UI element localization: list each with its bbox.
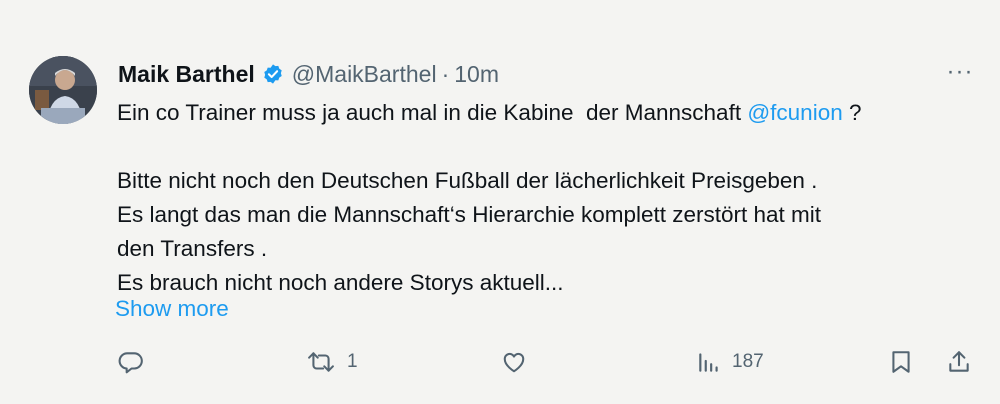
tweet[interactable]: Maik Barthel @MaikBarthel · 10m ··· Ein …: [0, 0, 1000, 404]
tweet-line: Ein co Trainer muss ja auch mal in die K…: [117, 96, 977, 130]
views-icon: [696, 349, 722, 375]
tweet-line: den Transfers .: [117, 236, 268, 261]
share-button[interactable]: [946, 340, 972, 384]
tweet-line: Es langt das man die Mannschaft‘s Hierar…: [117, 202, 822, 227]
tweet-line: Bitte nicht noch den Deutschen Fußball d…: [117, 168, 818, 193]
mention-link[interactable]: @fcunion: [747, 100, 842, 125]
tweet-header: Maik Barthel @MaikBarthel · 10m: [118, 58, 499, 90]
like-icon: [501, 349, 527, 375]
show-more-link[interactable]: Show more: [115, 292, 229, 326]
tweet-line-text: ?: [842, 100, 862, 125]
bookmark-button[interactable]: [888, 340, 914, 384]
tweet-text: Ein co Trainer muss ja auch mal in die K…: [117, 96, 977, 300]
views-count: 187: [732, 351, 764, 372]
reply-icon: [118, 349, 144, 375]
retweet-icon: [305, 349, 337, 375]
avatar[interactable]: [29, 56, 97, 124]
tweet-line-text: Ein co Trainer muss ja auch mal in die K…: [117, 100, 748, 125]
retweet-count: 1: [347, 351, 358, 372]
share-icon: [946, 349, 972, 375]
reply-button[interactable]: [118, 340, 144, 384]
retweet-button[interactable]: 1: [305, 340, 358, 384]
author-name[interactable]: Maik Barthel: [118, 61, 255, 88]
paragraph-break: [117, 130, 977, 164]
bookmark-icon: [888, 349, 914, 375]
like-button[interactable]: [501, 340, 527, 384]
views-button[interactable]: 187: [696, 340, 764, 384]
verified-badge-icon: [262, 63, 284, 85]
timestamp[interactable]: 10m: [454, 61, 499, 88]
author-handle[interactable]: @MaikBarthel: [292, 61, 437, 88]
more-options-button[interactable]: ···: [944, 60, 976, 88]
tweet-line: Es brauch nicht noch andere Storys aktue…: [117, 270, 564, 295]
header-separator: ·: [441, 60, 450, 87]
action-bar: 1 187: [0, 340, 1000, 384]
